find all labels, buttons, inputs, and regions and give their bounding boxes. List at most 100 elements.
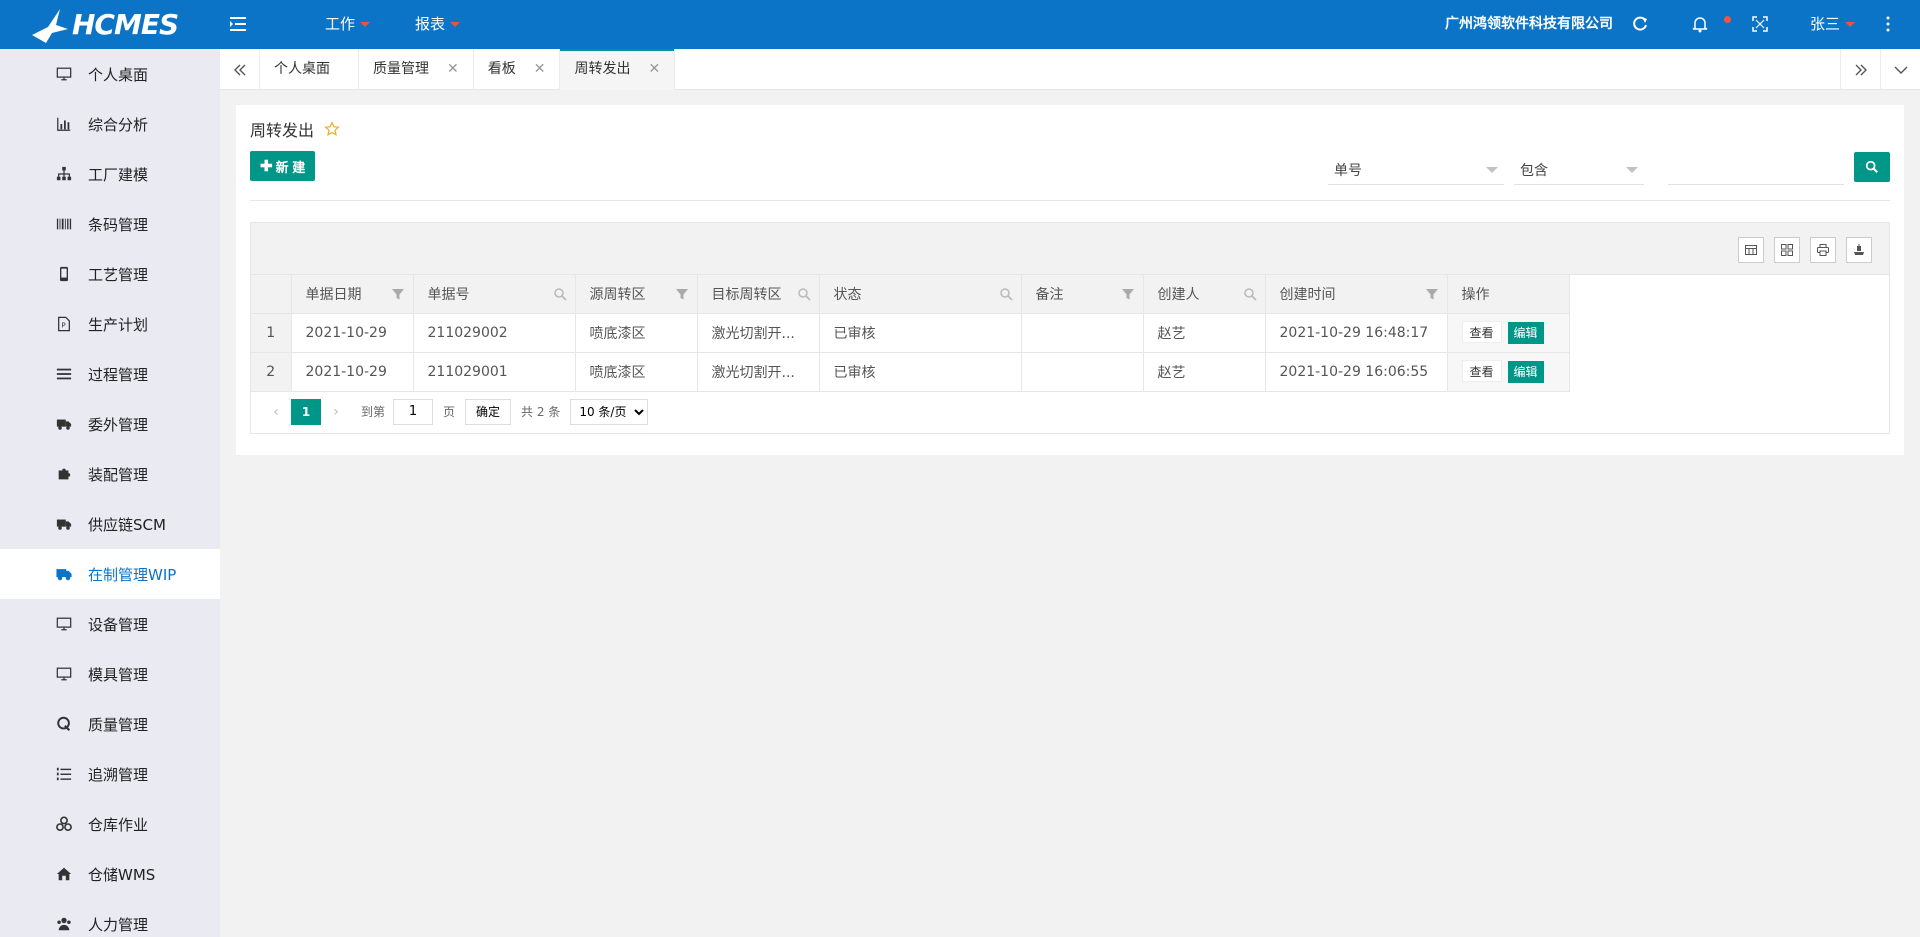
tab-prev-icon[interactable]	[220, 49, 260, 90]
sidebar-item-9[interactable]: 供应链SCM	[0, 499, 220, 549]
sidebar-item-label: 过程管理	[88, 365, 149, 384]
search-input[interactable]	[1668, 155, 1844, 185]
cell-dst: 激光切割开...	[697, 352, 820, 392]
column-header-1[interactable]: 单据号	[413, 275, 576, 314]
tab-0[interactable]: 个人桌面	[260, 49, 359, 90]
sidebar-item-11[interactable]: 设备管理	[0, 599, 220, 649]
sidebar-item-label: 设备管理	[88, 615, 149, 634]
sidebar-item-7[interactable]: 委外管理	[0, 399, 220, 449]
q-icon	[54, 714, 74, 734]
filter-icon[interactable]	[675, 287, 689, 301]
sidebar: 个人桌面 综合分析工厂建模条码管理 工艺管理 P 生产计划过程管理委外管理 装配管理 供应链…	[0, 49, 220, 937]
cell-created: 2021-10-29 16:48:17	[1265, 313, 1448, 353]
sidebar-item-3[interactable]: 条码管理	[0, 199, 220, 249]
sidebar-item-14[interactable]: 追溯管理	[0, 749, 220, 799]
chevron-down-icon	[1845, 22, 1856, 27]
sidebar-item-6[interactable]: 过程管理	[0, 349, 220, 399]
tab-1[interactable]: 质量管理 ✕	[359, 49, 474, 90]
sidebar-item-12[interactable]: 模具管理	[0, 649, 220, 699]
truck-icon	[54, 414, 74, 434]
close-icon[interactable]: ✕	[447, 49, 459, 90]
search-icon[interactable]	[553, 287, 567, 301]
sidebar-item-label: 工厂建模	[88, 165, 149, 184]
chevron-down-icon	[1486, 167, 1498, 173]
current-page-button[interactable]: 1	[291, 398, 321, 425]
column-header-5[interactable]: 备注	[1021, 275, 1144, 314]
column-header-0[interactable]: 单据日期	[291, 275, 414, 314]
tab-2[interactable]: 看板 ✕	[474, 49, 561, 90]
divider	[250, 200, 1890, 201]
column-header-4[interactable]: 状态	[819, 275, 1022, 314]
cell-creator: 赵艺	[1143, 352, 1266, 392]
column-header-7[interactable]: 创建时间	[1265, 275, 1448, 314]
sidebar-item-2[interactable]: 工厂建模	[0, 149, 220, 199]
filter-icon[interactable]	[1425, 287, 1439, 301]
column-header-8[interactable]: 操作	[1447, 275, 1570, 314]
goto-confirm-button[interactable]: 确定	[465, 398, 512, 425]
sidebar-item-8[interactable]: 装配管理	[0, 449, 220, 499]
sidebar-item-16[interactable]: 仓储WMS	[0, 849, 220, 899]
next-page-icon[interactable]: ›	[325, 404, 347, 420]
edit-button[interactable]: 编辑	[1507, 322, 1544, 344]
sidebar-item-4[interactable]: 工艺管理	[0, 249, 220, 299]
prev-page-icon[interactable]: ‹	[265, 404, 287, 420]
filter-operator-select[interactable]: 包含	[1514, 155, 1644, 185]
menu-toggle-icon[interactable]	[228, 14, 248, 34]
bell-icon[interactable]	[1690, 14, 1710, 34]
tab-menu-chevron-down-icon[interactable]	[1880, 49, 1920, 90]
svg-text:P: P	[61, 321, 66, 330]
monitor-icon	[54, 664, 74, 684]
grid-icon[interactable]	[1774, 237, 1800, 263]
goto-page-input[interactable]	[393, 398, 434, 425]
sidebar-item-15[interactable]: 仓库作业	[0, 799, 220, 849]
column-header-6[interactable]: 创建人	[1143, 275, 1266, 314]
print-icon[interactable]	[1810, 237, 1836, 263]
view-button[interactable]: 查看	[1461, 360, 1502, 382]
user-menu[interactable]: 张三	[1810, 0, 1856, 49]
sidebar-item-label: 仓储WMS	[88, 865, 156, 884]
export-icon[interactable]	[1846, 237, 1872, 263]
more-vertical-icon[interactable]	[1878, 14, 1898, 34]
search-icon[interactable]	[999, 287, 1013, 301]
view-button[interactable]: 查看	[1461, 321, 1502, 343]
filter-field-select[interactable]: 单号	[1328, 155, 1504, 185]
page-size-select[interactable]: 10 条/页	[570, 398, 649, 425]
sidebar-item-0[interactable]: 个人桌面	[0, 49, 220, 99]
tab-3[interactable]: 周转发出 ✕	[560, 49, 676, 90]
edit-button[interactable]: 编辑	[1507, 361, 1544, 383]
star-icon[interactable]	[324, 121, 340, 137]
tab-bar: 个人桌面 质量管理 ✕ 看板 ✕ 周转发出 ✕	[220, 49, 1920, 90]
filter-icon[interactable]	[391, 287, 405, 301]
cell-creator: 赵艺	[1143, 313, 1266, 353]
column-header-3[interactable]: 目标周转区	[697, 275, 820, 314]
search-button[interactable]	[1854, 152, 1890, 182]
search-icon[interactable]	[797, 287, 811, 301]
sidebar-item-17[interactable]: 人力管理	[0, 899, 220, 937]
list-ol-icon	[54, 764, 74, 784]
fullscreen-icon[interactable]	[1750, 14, 1770, 34]
sidebar-item-13[interactable]: 质量管理	[0, 699, 220, 749]
close-icon[interactable]: ✕	[648, 49, 660, 90]
column-filter-icon[interactable]	[1738, 237, 1764, 263]
refresh-icon[interactable]	[1630, 14, 1650, 34]
table-row[interactable]: 1 2021-10-29 211029002 喷底漆区 激光切割开... 已审核 赵艺 202…	[251, 313, 1570, 353]
top-menu-work[interactable]: 工作	[325, 0, 371, 49]
sidebar-item-5[interactable]: P 生产计划	[0, 299, 220, 349]
table-row[interactable]: 2 2021-10-29 211029001 喷底漆区 激光切割开... 已审核 赵艺 202…	[251, 352, 1570, 392]
cell-status: 已审核	[819, 352, 1022, 392]
top-menu-report[interactable]: 报表	[415, 0, 461, 49]
filter-icon[interactable]	[1121, 287, 1135, 301]
cell-date: 2021-10-29	[291, 313, 414, 353]
monitor-icon	[54, 64, 74, 84]
tab-next-icon[interactable]	[1840, 49, 1880, 90]
sitemap-icon	[54, 164, 74, 184]
cell-date: 2021-10-29	[291, 352, 414, 392]
search-icon[interactable]	[1243, 287, 1257, 301]
close-icon[interactable]: ✕	[534, 49, 546, 90]
user-name: 张三	[1810, 15, 1841, 33]
logo[interactable]: HCMES	[0, 0, 220, 49]
new-button[interactable]: ✚ 新 建	[250, 151, 316, 181]
sidebar-item-1[interactable]: 综合分析	[0, 99, 220, 149]
column-header-2[interactable]: 源周转区	[575, 275, 698, 314]
sidebar-item-10[interactable]: 在制管理WIP	[0, 549, 220, 599]
